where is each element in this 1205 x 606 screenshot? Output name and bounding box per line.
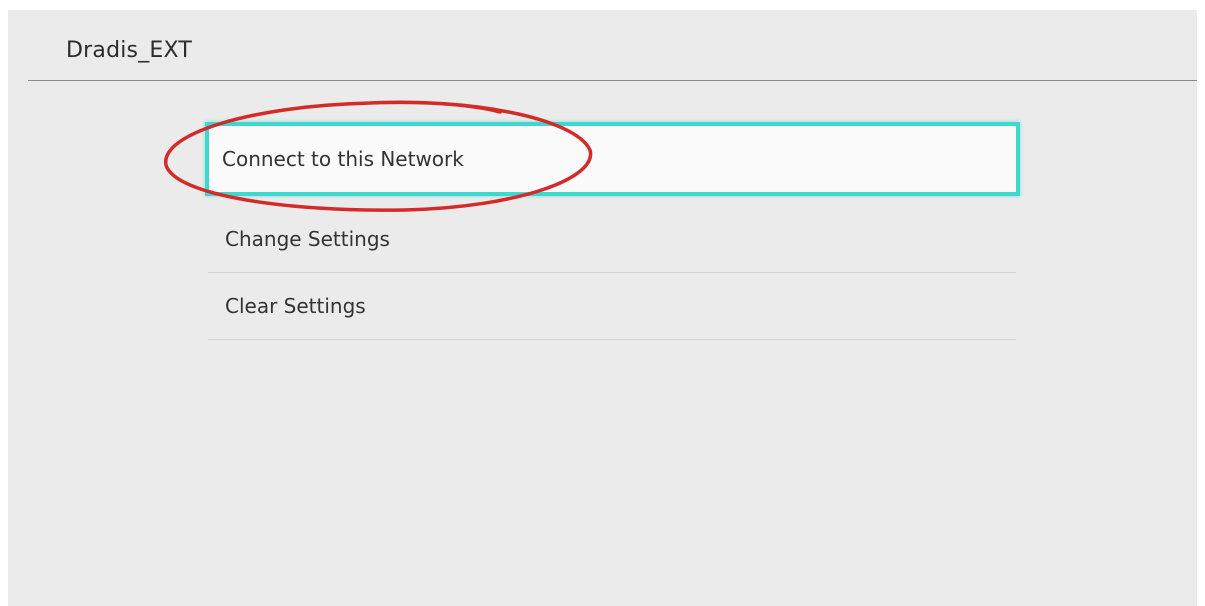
connect-to-network-label: Connect to this Network (222, 147, 464, 171)
network-name-title: Dradis_EXT (66, 38, 193, 63)
change-settings-option[interactable]: Change Settings (208, 206, 1016, 273)
connect-to-network-option[interactable]: Connect to this Network (205, 122, 1020, 196)
clear-settings-option[interactable]: Clear Settings (208, 273, 1016, 340)
change-settings-label: Change Settings (225, 227, 390, 251)
clear-settings-label: Clear Settings (225, 294, 366, 318)
header-divider (28, 80, 1197, 81)
network-settings-screen: Dradis_EXT Connect to this Network Chang… (8, 10, 1197, 606)
header: Dradis_EXT (8, 10, 1197, 81)
